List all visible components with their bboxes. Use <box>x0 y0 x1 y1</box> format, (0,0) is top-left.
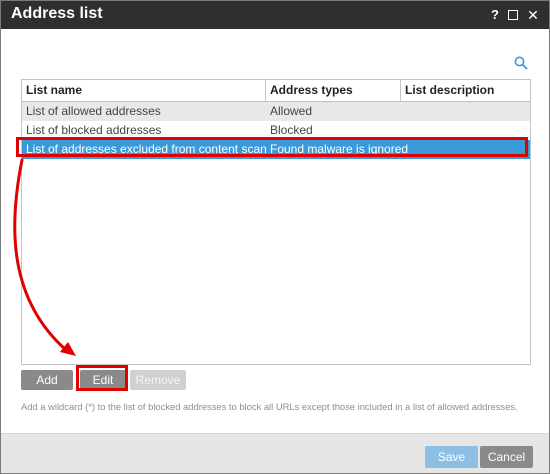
table-header: List name Address types List description <box>22 80 530 102</box>
table-row[interactable]: List of allowed addresses Allowed <box>22 102 530 121</box>
save-button[interactable]: Save <box>425 446 478 468</box>
column-header-list-description[interactable]: List description <box>401 80 530 101</box>
title-bar: Address list ? ✕ <box>1 1 549 29</box>
cancel-button[interactable]: Cancel <box>480 446 533 468</box>
table-row[interactable]: List of blocked addresses Blocked <box>22 121 530 140</box>
cell-list-name: List of allowed addresses <box>26 104 161 118</box>
cell-list-name: List of addresses excluded from content … <box>26 142 267 156</box>
address-list-table: List name Address types List description… <box>21 79 531 365</box>
address-list-dialog: Address list ? ✕ List name Address types… <box>0 0 550 474</box>
cell-list-name: List of blocked addresses <box>26 123 162 137</box>
remove-button[interactable]: Remove <box>130 370 186 390</box>
table-row-selected[interactable]: List of addresses excluded from content … <box>22 140 530 159</box>
cell-address-type: Allowed <box>270 104 313 118</box>
wildcard-hint: Add a wildcard (*) to the list of blocke… <box>21 401 518 412</box>
cell-address-type: Blocked <box>270 123 313 137</box>
add-button[interactable]: Add <box>21 370 73 390</box>
edit-button[interactable]: Edit <box>80 370 126 390</box>
cell-address-type: Found malware is ignored <box>270 142 409 156</box>
dialog-footer: Save Cancel <box>1 433 549 473</box>
column-header-list-name[interactable]: List name <box>22 80 265 101</box>
column-header-address-types[interactable]: Address types <box>266 80 400 101</box>
help-icon[interactable]: ? <box>487 6 503 24</box>
close-icon[interactable]: ✕ <box>525 6 541 24</box>
search-icon[interactable] <box>513 55 529 71</box>
dialog-title: Address list <box>11 5 103 22</box>
maximize-icon[interactable] <box>505 6 521 24</box>
